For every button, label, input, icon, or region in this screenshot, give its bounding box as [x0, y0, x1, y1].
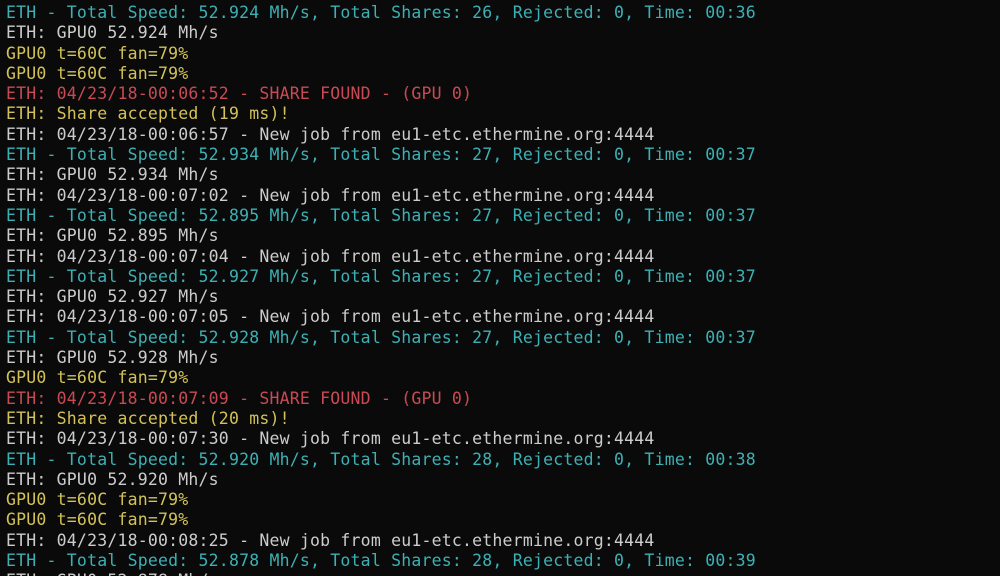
log-line: ETH: GPU0 52.927 Mh/s — [6, 287, 994, 307]
log-line: ETH - Total Speed: 52.928 Mh/s, Total Sh… — [6, 328, 994, 348]
log-line: ETH - Total Speed: 52.924 Mh/s, Total Sh… — [6, 3, 994, 23]
log-line: ETH - Total Speed: 52.934 Mh/s, Total Sh… — [6, 145, 994, 165]
log-line: ETH: 04/23/18-00:06:57 - New job from eu… — [6, 125, 994, 145]
log-line: ETH: 04/23/18-00:07:30 - New job from eu… — [6, 429, 994, 449]
log-line: ETH: GPU0 52.934 Mh/s — [6, 165, 994, 185]
log-line: ETH - Total Speed: 52.895 Mh/s, Total Sh… — [6, 206, 994, 226]
log-line: ETH: 04/23/18-00:07:09 - SHARE FOUND - (… — [6, 389, 994, 409]
log-line: GPU0 t=60C fan=79% — [6, 64, 994, 84]
log-line: GPU0 t=60C fan=79% — [6, 490, 994, 510]
log-line: ETH: 04/23/18-00:07:04 - New job from eu… — [6, 247, 994, 267]
log-line: ETH: GPU0 52.928 Mh/s — [6, 348, 994, 368]
log-line: ETH: 04/23/18-00:06:52 - SHARE FOUND - (… — [6, 84, 994, 104]
log-line: ETH: Share accepted (19 ms)! — [6, 104, 994, 124]
log-line: ETH: 04/23/18-00:07:02 - New job from eu… — [6, 186, 994, 206]
log-line: GPU0 t=60C fan=79% — [6, 368, 994, 388]
log-line: ETH: 04/23/18-00:08:25 - New job from eu… — [6, 531, 994, 551]
log-line: ETH - Total Speed: 52.878 Mh/s, Total Sh… — [6, 551, 994, 571]
log-line: GPU0 t=60C fan=79% — [6, 510, 994, 530]
terminal-output: ETH - Total Speed: 52.924 Mh/s, Total Sh… — [0, 0, 1000, 576]
log-line: ETH: GPU0 52.920 Mh/s — [6, 470, 994, 490]
log-line: ETH: Share accepted (20 ms)! — [6, 409, 994, 429]
log-line: ETH: GPU0 52.878 Mh/s — [6, 571, 994, 576]
log-line: ETH - Total Speed: 52.927 Mh/s, Total Sh… — [6, 267, 994, 287]
log-line: ETH: GPU0 52.924 Mh/s — [6, 23, 994, 43]
log-line: ETH: GPU0 52.895 Mh/s — [6, 226, 994, 246]
log-line: ETH: 04/23/18-00:07:05 - New job from eu… — [6, 307, 994, 327]
log-line: GPU0 t=60C fan=79% — [6, 44, 994, 64]
log-line: ETH - Total Speed: 52.920 Mh/s, Total Sh… — [6, 450, 994, 470]
